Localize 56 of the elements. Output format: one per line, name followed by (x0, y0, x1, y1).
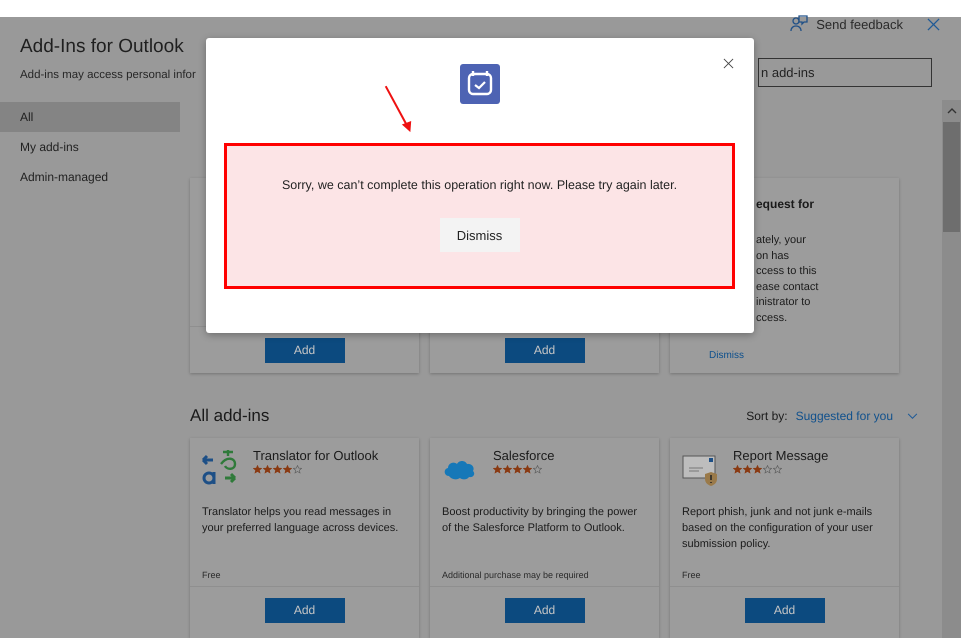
add-button[interactable]: Add (264, 598, 344, 622)
error-message: Sorry, we can’t complete this operation right now. Please try again later. (282, 178, 678, 192)
notice-text: ease contact (756, 280, 820, 294)
close-icon[interactable] (723, 58, 734, 69)
page-title: Add-Ins for Outlook (20, 36, 185, 58)
star-icon (753, 465, 762, 474)
star-icon (533, 465, 542, 474)
notice-text: ccess to this (756, 264, 818, 279)
scroll-thumb[interactable] (943, 122, 960, 232)
feedback-icon (790, 15, 808, 33)
dismiss-button[interactable]: Dismiss (440, 218, 520, 252)
star-icon (513, 465, 522, 474)
send-feedback-link[interactable]: Send feedback (790, 15, 903, 33)
star-icon (743, 465, 752, 474)
star-icon (773, 465, 782, 474)
add-button[interactable]: Add (744, 598, 824, 622)
star-icon (283, 465, 292, 474)
sidebar-item[interactable]: My add-ins (0, 132, 180, 162)
notice-title: equest for (756, 197, 816, 211)
add-button[interactable]: Add (264, 338, 344, 362)
calendar-check-icon (460, 64, 500, 104)
page-subtitle: Add-ins may access personal infor (20, 69, 196, 81)
notice-text: on has (756, 248, 790, 264)
star-icon (273, 465, 282, 474)
star-icon (523, 465, 532, 474)
add-button[interactable]: Add (504, 598, 584, 622)
section-heading: All add-ins (190, 406, 270, 426)
scrollbar[interactable] (942, 100, 961, 638)
chevron-down-icon[interactable] (907, 412, 918, 420)
star-icon (253, 465, 262, 474)
dismiss-link[interactable]: Dismiss (709, 350, 744, 361)
star-icon (733, 465, 742, 474)
add-button[interactable]: Add (504, 338, 584, 362)
add-in-description: Boost productivity by bringing the power of the Salesforce Platform to Outlook. (441, 505, 638, 536)
notice-text: inistrator to (756, 295, 812, 310)
add-in-description: Translator helps you read messages in your preferred language across devices. (201, 505, 400, 536)
notice-text: ccess. (756, 310, 788, 326)
star-icon (293, 465, 302, 474)
add-in-name: Salesforce (493, 448, 554, 463)
price-label: Free (670, 570, 899, 587)
sort-dropdown[interactable]: Suggested for you (796, 409, 893, 423)
star-icon (503, 465, 512, 474)
add-in-name: Report Message (733, 448, 828, 463)
scroll-up-icon[interactable] (946, 108, 956, 114)
sidebar-item[interactable]: Admin-managed (0, 162, 180, 192)
sidebar-item[interactable]: All (0, 102, 180, 132)
star-icon (493, 465, 502, 474)
add-in-name: Translator for Outlook (253, 448, 378, 463)
notice-text: ately, your (756, 233, 807, 248)
search-field[interactable]: n add-ins (758, 58, 932, 87)
star-icon (763, 465, 772, 474)
price-label: Additional purchase may be required (430, 570, 659, 587)
add-in-description: Report phish, junk and not junk e-mails based on the configuration of your user submission policy. (681, 505, 874, 552)
sort-label: Sort by: (746, 409, 788, 423)
price-label: Free (190, 570, 419, 587)
star-icon (263, 465, 272, 474)
